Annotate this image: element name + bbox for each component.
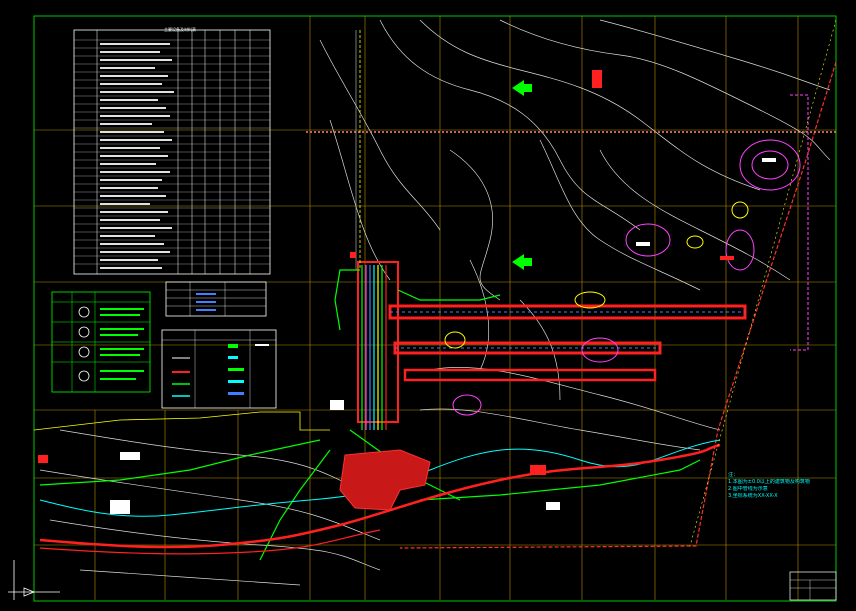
notes-line-3: 3.坐标系统为XX-XX-X <box>728 493 778 499</box>
main-building[interactable] <box>357 261 747 423</box>
lower-boundary <box>33 411 330 431</box>
notes-heading: 注： <box>728 472 739 478</box>
notes-line-2: 2.图中管线为示意 <box>728 486 768 492</box>
equipment-table-title: 主要设备及材料表 <box>164 27 196 32</box>
general-notes: 注： 1.本图为±0.0以上的建筑物及构筑物 2.图中管线为示意 3.坐标系统为… <box>728 472 828 500</box>
site-labels <box>110 158 776 514</box>
pond-features[interactable] <box>444 139 801 416</box>
cad-drawing-canvas[interactable] <box>0 0 856 611</box>
symbol-legend-table[interactable] <box>161 329 277 409</box>
drawing-frame <box>33 15 837 602</box>
legend-table-green[interactable] <box>51 291 151 393</box>
notes-line-1: 1.本图为±0.0以上的建筑物及构筑物 <box>728 479 810 485</box>
survey-grid <box>34 16 836 600</box>
equipment-table[interactable] <box>73 29 271 275</box>
magenta-boundary <box>790 94 809 351</box>
pipe-bundle <box>355 30 387 430</box>
contour-lines <box>39 19 831 586</box>
road-red-2 <box>39 529 381 555</box>
pipe-legend-table[interactable] <box>165 281 267 317</box>
title-block[interactable] <box>789 571 837 601</box>
right-road <box>689 19 837 547</box>
